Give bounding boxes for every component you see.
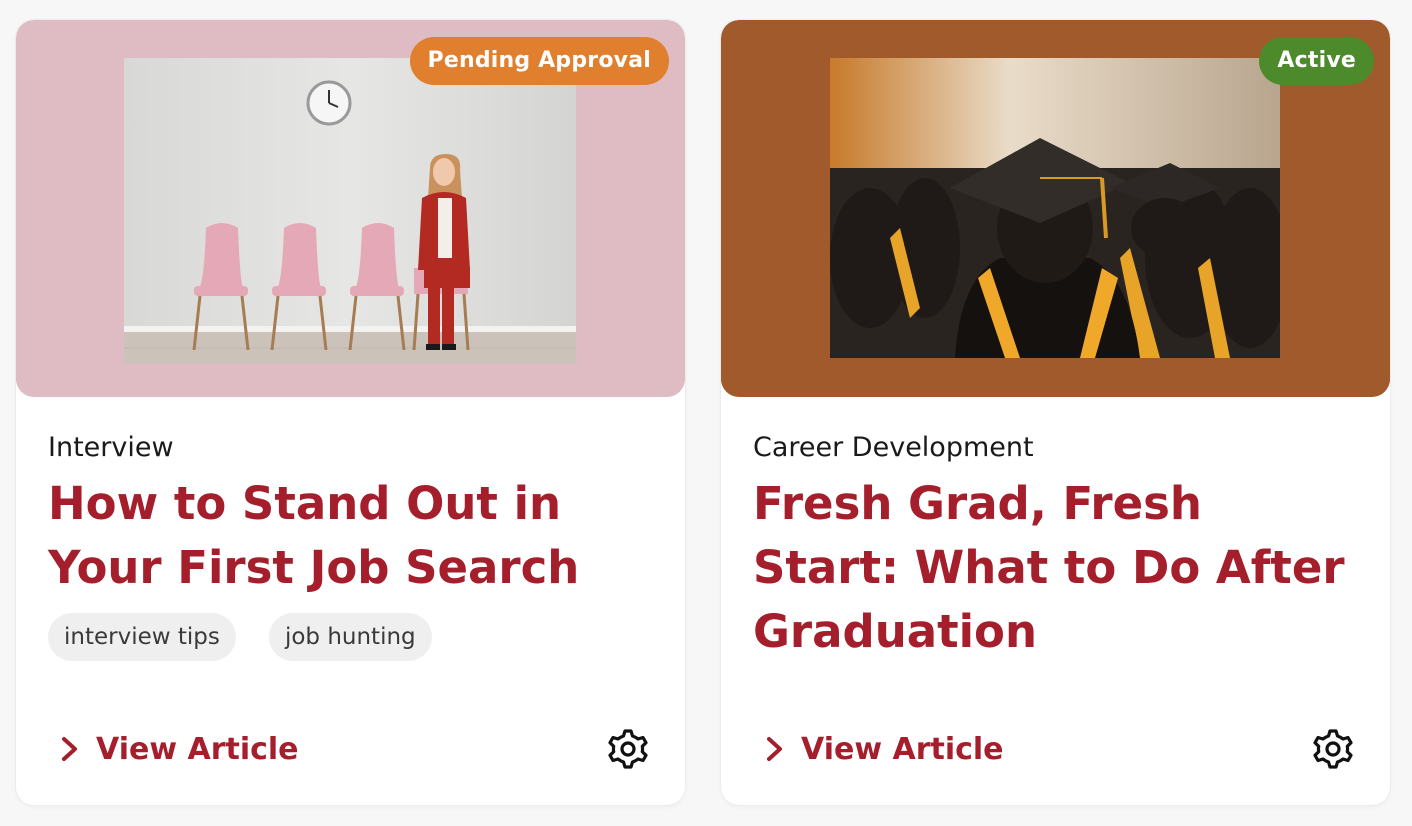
- graduation-ceremony-photo: [830, 58, 1280, 358]
- article-title: Fresh Grad, Fresh Start: What to Do Afte…: [753, 477, 1345, 658]
- gear-icon[interactable]: [607, 728, 649, 770]
- article-card: Active Career Development Fresh Grad, Fr…: [721, 20, 1390, 805]
- article-cover: Active: [721, 20, 1390, 397]
- job-interview-waiting-photo: [124, 58, 576, 364]
- tag-list: interview tips job hunting: [48, 613, 460, 661]
- view-article-link[interactable]: View Article: [761, 727, 1004, 771]
- article-category: Career Development: [753, 432, 1034, 463]
- status-badge: Active: [1259, 37, 1374, 85]
- article-cover: Pending Approval: [16, 20, 685, 397]
- view-article-link[interactable]: View Article: [56, 727, 299, 771]
- gear-icon[interactable]: [1312, 728, 1354, 770]
- tag-chip[interactable]: job hunting: [268, 613, 432, 661]
- status-badge: Pending Approval: [409, 37, 669, 85]
- article-category: Interview: [48, 432, 174, 463]
- article-title: How to Stand Out in Your First Job Searc…: [48, 477, 580, 594]
- article-grid: Pending Approval Interview How to Stand …: [16, 20, 1390, 806]
- chevron-right-icon: [767, 737, 782, 761]
- view-article-label: View Article: [801, 731, 1004, 767]
- article-card: Pending Approval Interview How to Stand …: [16, 20, 685, 805]
- tag-chip[interactable]: interview tips: [48, 613, 236, 661]
- view-article-label: View Article: [96, 731, 299, 767]
- chevron-right-icon: [62, 737, 77, 761]
